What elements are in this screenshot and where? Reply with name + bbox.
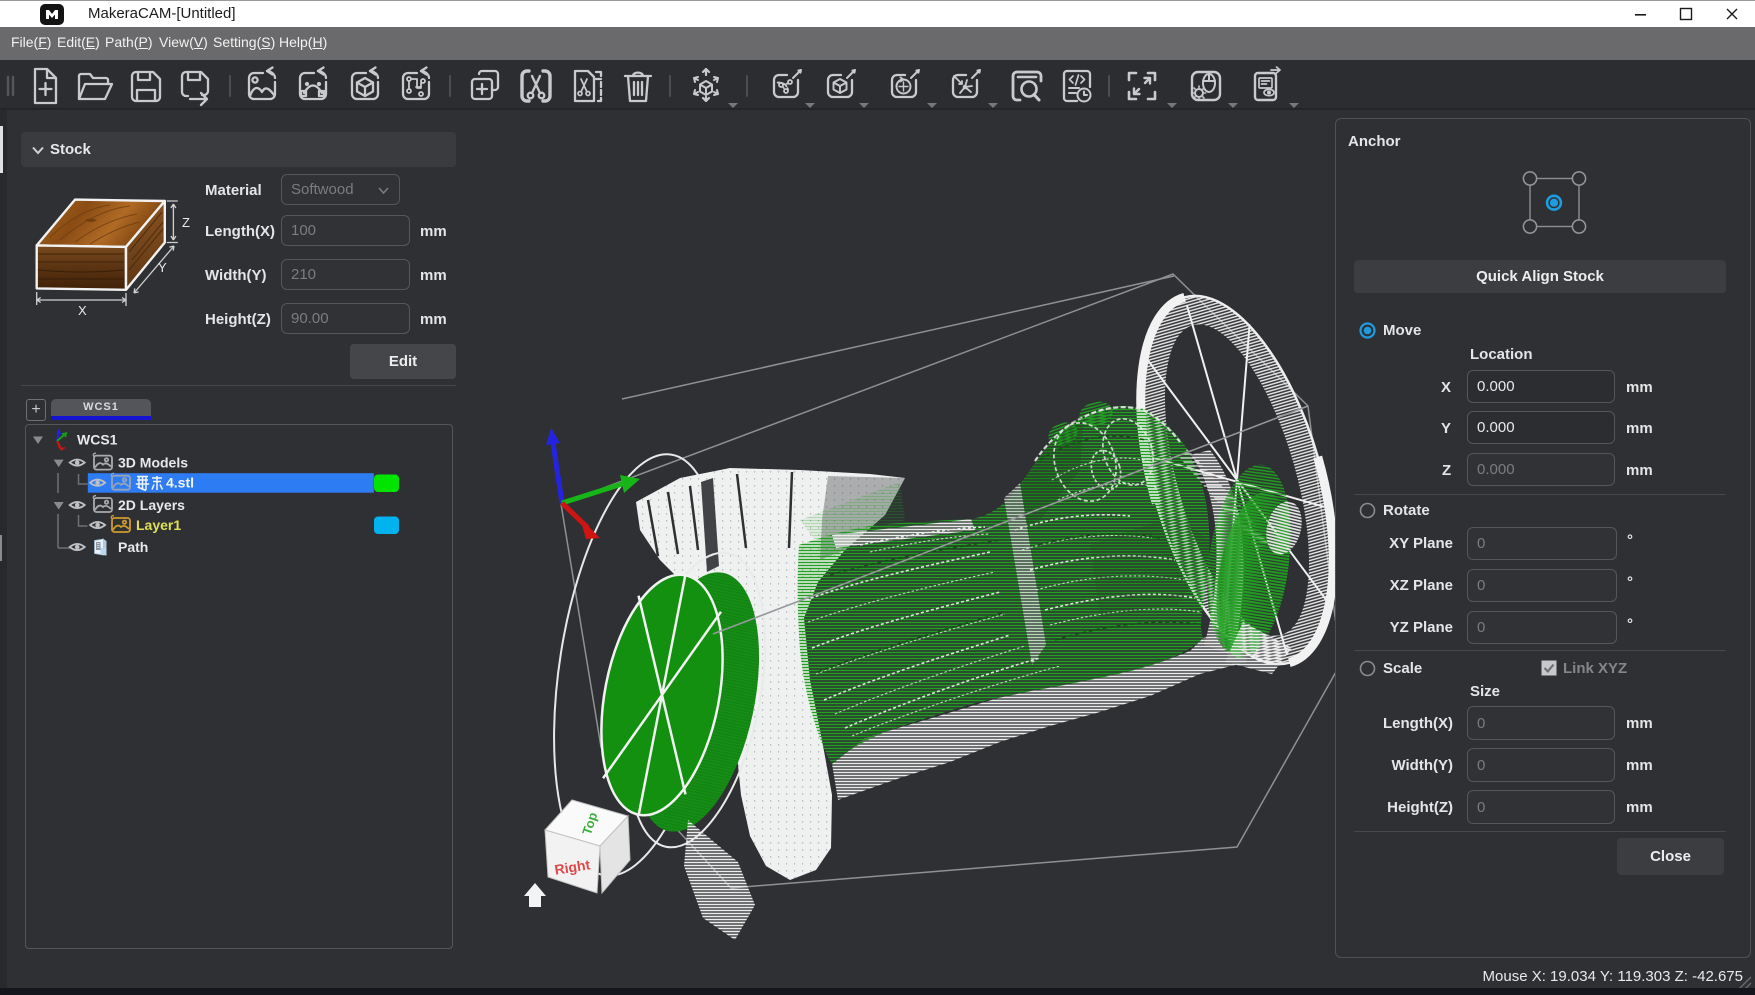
svg-text:Z: Z [182, 215, 190, 230]
svg-text:3D Models: 3D Models [118, 455, 188, 471]
svg-text:Layer1: Layer1 [136, 517, 181, 533]
svg-text:Y: Y [158, 260, 167, 275]
svg-text:WCS1: WCS1 [77, 432, 118, 448]
svg-text:X: X [78, 303, 87, 318]
svg-text:Path: Path [118, 539, 148, 555]
svg-text:4.stl: 4.stl [166, 475, 194, 491]
svg-text:2D Layers: 2D Layers [118, 497, 185, 513]
